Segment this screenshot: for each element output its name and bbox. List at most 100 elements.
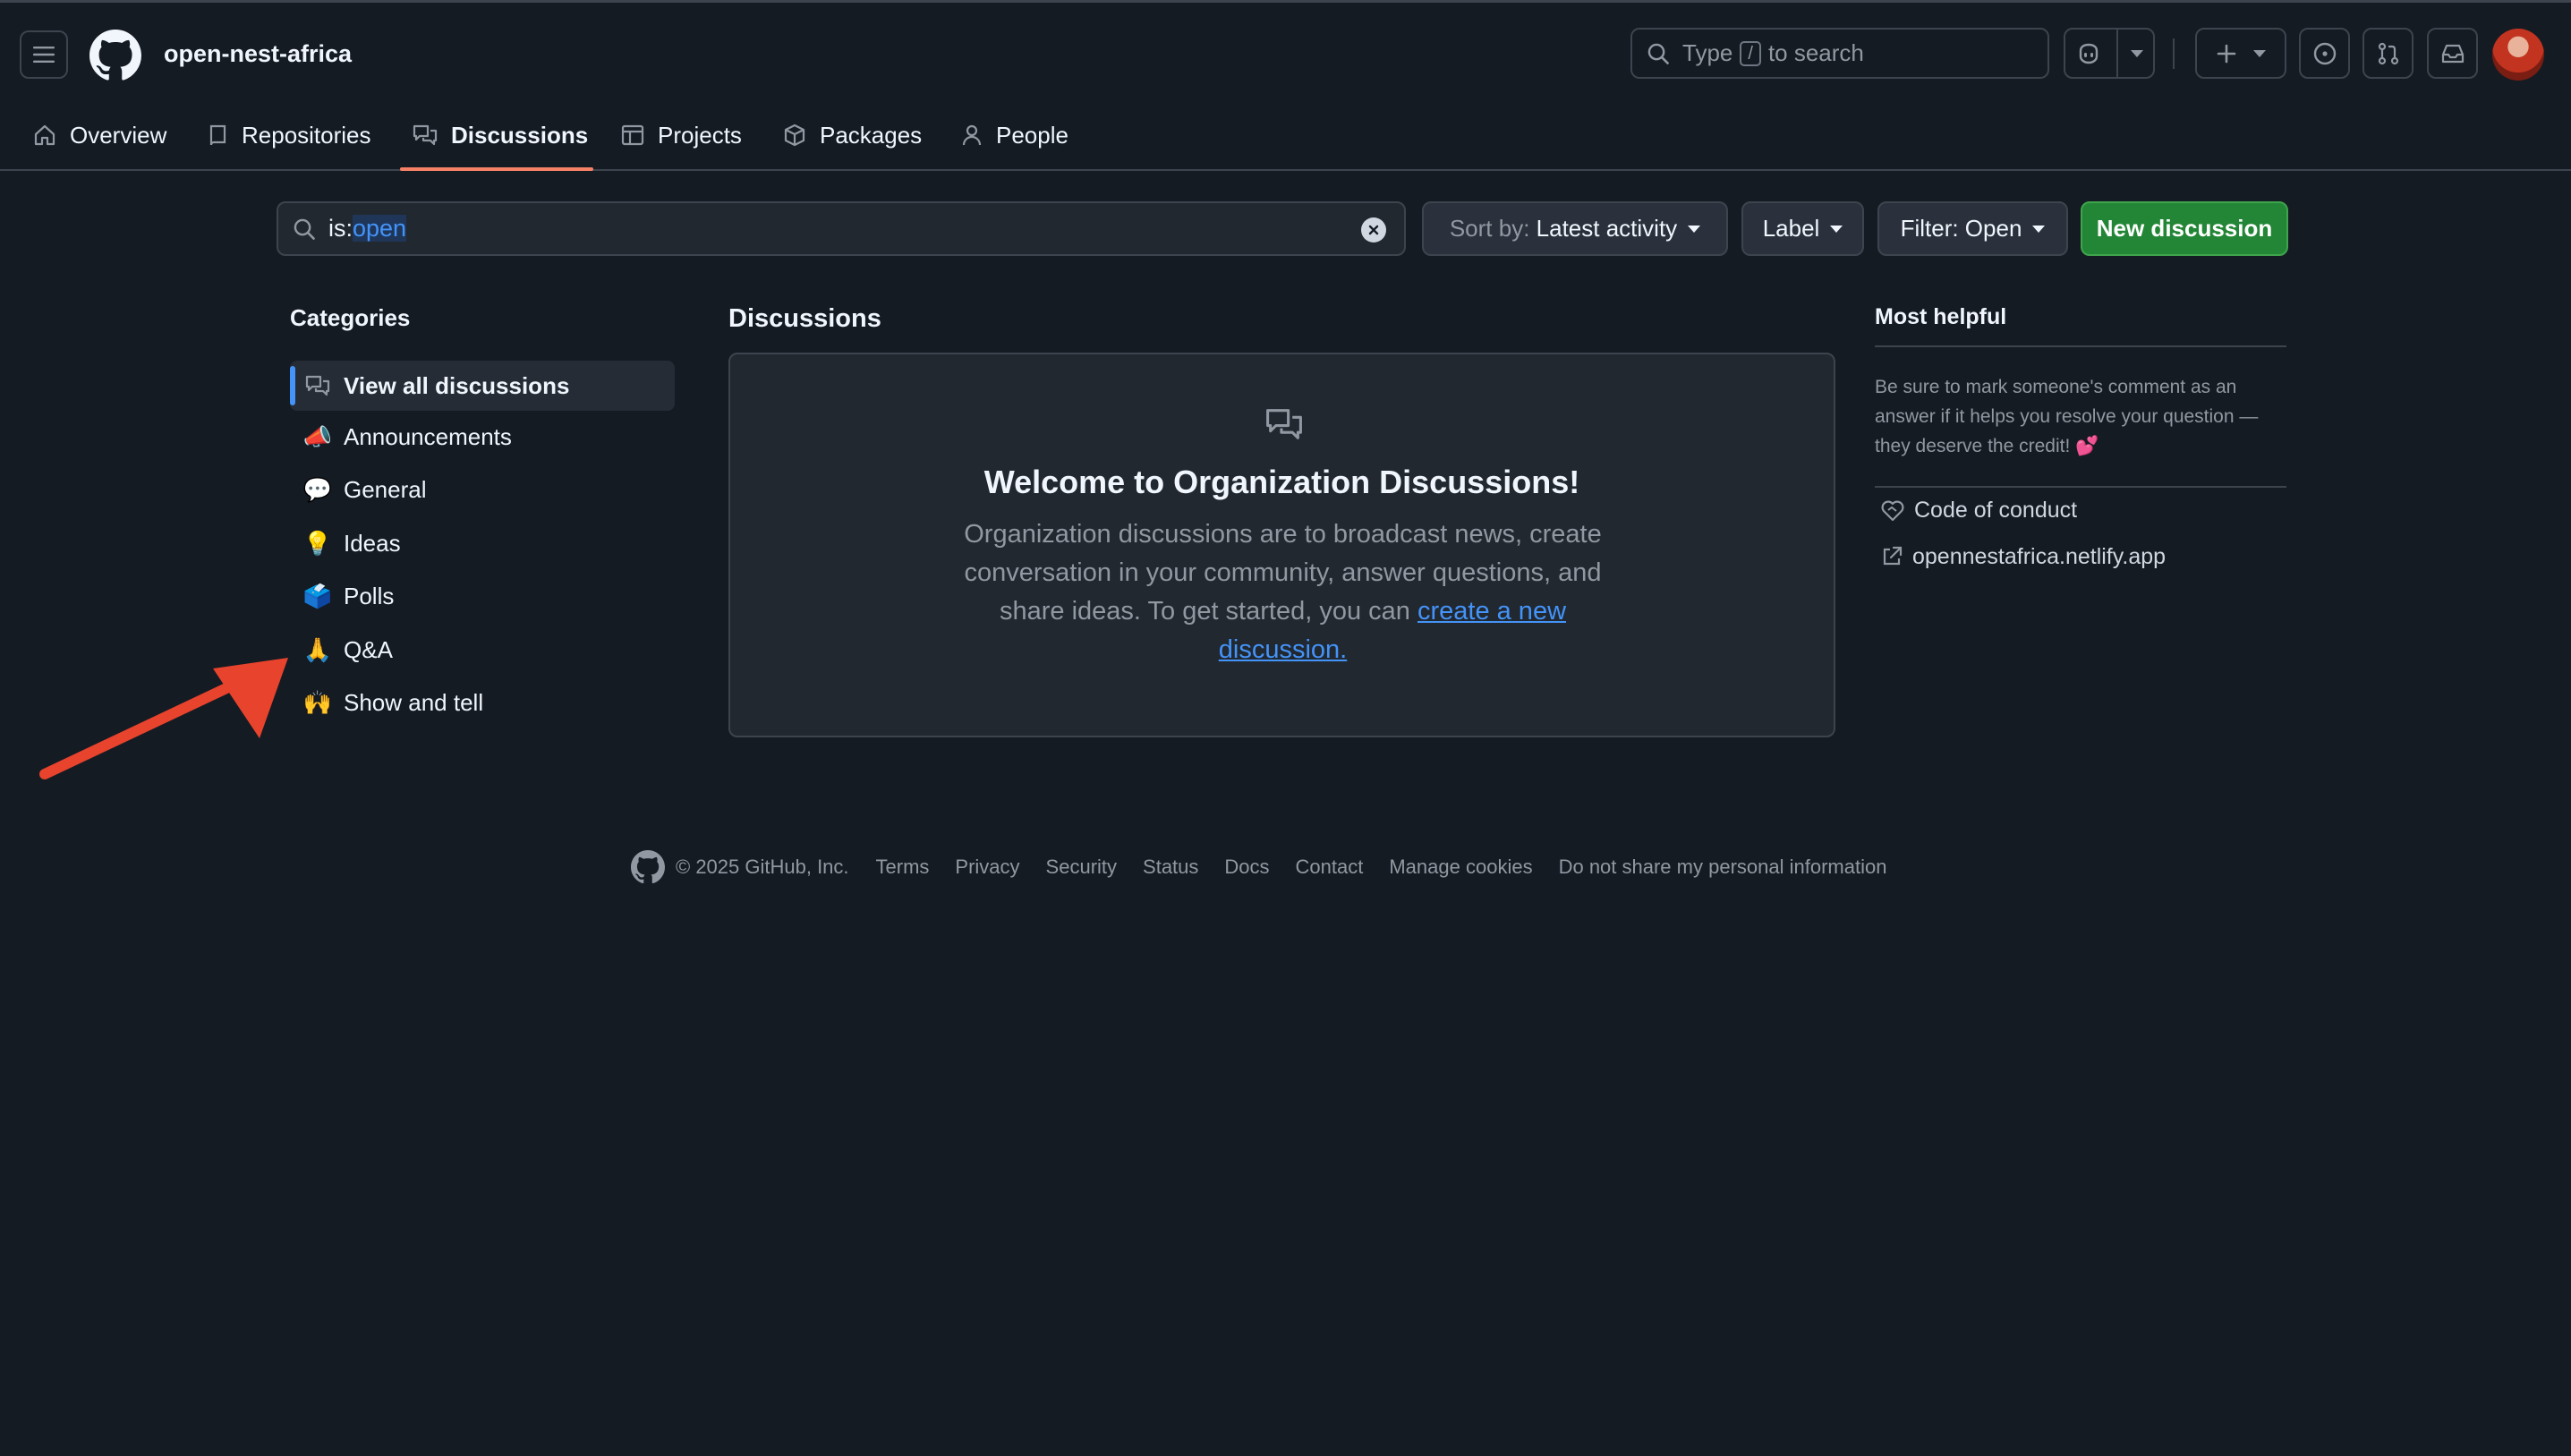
- footer-copyright: © 2025 GitHub, Inc.: [676, 856, 849, 878]
- empty-state-body: Organization discussions are to broadcas…: [936, 515, 1630, 669]
- global-search-input[interactable]: Type / to search: [1630, 28, 2049, 79]
- inbox-icon: [2441, 44, 2464, 63]
- search-placeholder-suffix: to search: [1767, 39, 1864, 66]
- issue-opened-icon: [2313, 42, 2336, 64]
- new-discussion-label: New discussion: [2096, 215, 2273, 242]
- search-icon: [294, 218, 315, 240]
- category-label: Q&A: [344, 635, 393, 663]
- avatar[interactable]: [2492, 29, 2544, 81]
- category-label: Show and tell: [344, 688, 484, 716]
- chevron-down-icon: [1830, 225, 1843, 233]
- tab-label: Packages: [820, 121, 923, 149]
- copilot-icon: [2079, 43, 2099, 64]
- category-label: Polls: [344, 582, 395, 609]
- package-icon: [784, 123, 805, 147]
- category-view-all[interactable]: View all discussions: [290, 361, 675, 411]
- tab-selected-indicator: [400, 167, 593, 171]
- category-qa[interactable]: 🙏 Q&A: [290, 625, 675, 675]
- categories-heading: Categories: [290, 304, 411, 331]
- discussions-empty-state: Welcome to Organization Discussions! Org…: [728, 353, 1835, 737]
- footer-link-security[interactable]: Security: [1046, 856, 1117, 879]
- website-link[interactable]: opennestafrica.netlify.app: [1880, 541, 2166, 572]
- category-label: Ideas: [344, 529, 401, 557]
- tab-label: Discussions: [451, 121, 589, 149]
- category-label: Announcements: [344, 422, 512, 450]
- link-label: opennestafrica.netlify.app: [1912, 543, 2167, 569]
- comment-discussion-icon: [305, 375, 330, 396]
- label-dropdown-button[interactable]: Label: [1741, 201, 1864, 256]
- sort-dropdown-button[interactable]: Sort by: Latest activity: [1422, 201, 1728, 256]
- inbox-button[interactable]: [2427, 28, 2478, 79]
- app-header: open-nest-africa Type / to search Overvi…: [0, 3, 2571, 171]
- org-name[interactable]: open-nest-africa: [164, 40, 352, 68]
- sort-value: Latest activity: [1536, 215, 1678, 242]
- query-prefix: is:: [328, 215, 353, 242]
- speech-balloon-icon: 💬: [302, 475, 333, 503]
- footer-link-do-not-share[interactable]: Do not share my personal information: [1559, 856, 1887, 879]
- hamburger-icon: [33, 47, 55, 63]
- divider: [1875, 345, 2286, 347]
- chevron-down-icon: [2253, 49, 2266, 57]
- github-logo-icon[interactable]: [631, 850, 665, 884]
- link-external-icon: [1883, 546, 1903, 566]
- discussion-search-input[interactable]: is:open: [277, 201, 1406, 256]
- category-label: General: [344, 475, 427, 503]
- raising-hands-icon: 🙌: [302, 688, 333, 716]
- plus-icon: [2217, 44, 2236, 63]
- category-show-and-tell[interactable]: 🙌 Show and tell: [290, 677, 675, 728]
- discussions-heading: Discussions: [728, 304, 881, 333]
- filter-dropdown-button[interactable]: Filter: Open: [1877, 201, 2068, 256]
- tab-label: People: [996, 121, 1068, 149]
- tab-projects[interactable]: Projects: [620, 117, 742, 153]
- footer-link-privacy[interactable]: Privacy: [955, 856, 1019, 879]
- category-ideas[interactable]: 💡 Ideas: [290, 518, 675, 568]
- copilot-button[interactable]: [2064, 28, 2155, 79]
- search-shortcut-key: /: [1740, 40, 1761, 66]
- ballot-box-icon: 🗳️: [302, 582, 333, 609]
- category-general[interactable]: 💬 General: [290, 464, 675, 515]
- folded-hands-icon: 🙏: [302, 635, 333, 663]
- home-icon: [34, 124, 55, 146]
- comment-discussion-icon: [1266, 409, 1302, 439]
- code-of-conduct-link[interactable]: Code of conduct: [1880, 495, 2077, 525]
- most-helpful-text: Be sure to mark someone's comment as an …: [1875, 377, 2259, 456]
- new-discussion-button[interactable]: New discussion: [2081, 201, 2288, 256]
- tab-people[interactable]: People: [960, 117, 1068, 153]
- tab-discussions[interactable]: Discussions: [412, 117, 588, 153]
- comment-discussion-icon: [413, 124, 438, 146]
- tab-packages[interactable]: Packages: [782, 117, 922, 153]
- tab-repositories[interactable]: Repositories: [208, 117, 371, 153]
- sort-label: Sort by:: [1449, 215, 1530, 242]
- link-label: Code of conduct: [1914, 497, 2078, 523]
- menu-button[interactable]: [20, 30, 68, 79]
- tab-label: Overview: [70, 121, 167, 149]
- category-announcements[interactable]: 📣 Announcements: [290, 412, 675, 462]
- chevron-down-icon: [2032, 225, 2046, 233]
- table-icon: [621, 124, 644, 146]
- footer-link-manage-cookies[interactable]: Manage cookies: [1389, 856, 1532, 879]
- create-new-button[interactable]: [2195, 28, 2286, 79]
- footer-link-terms[interactable]: Terms: [876, 856, 930, 879]
- footer-link-contact[interactable]: Contact: [1296, 856, 1364, 879]
- issues-button[interactable]: [2299, 28, 2350, 79]
- divider: [1875, 486, 2286, 488]
- megaphone-icon: 📣: [302, 422, 333, 450]
- footer-link-docs[interactable]: Docs: [1224, 856, 1269, 879]
- empty-state-title: Welcome to Organization Discussions!: [983, 464, 1580, 500]
- github-logo-icon[interactable]: [89, 30, 141, 81]
- footer-link-status[interactable]: Status: [1143, 856, 1198, 879]
- label-button-text: Label: [1762, 215, 1820, 242]
- header-divider: [2173, 38, 2175, 69]
- tab-label: Projects: [658, 121, 742, 149]
- filter-button-text: Filter: Open: [1900, 215, 2022, 242]
- pull-requests-button[interactable]: [2362, 28, 2414, 79]
- tab-label: Repositories: [242, 121, 371, 149]
- category-polls[interactable]: 🗳️ Polls: [290, 571, 675, 621]
- search-icon: [1647, 43, 1669, 64]
- person-icon: [962, 124, 982, 146]
- tab-overview[interactable]: Overview: [32, 117, 166, 153]
- category-label: View all discussions: [344, 371, 570, 399]
- annotation-arrow: [39, 658, 288, 779]
- code-of-conduct-icon: [1881, 500, 1904, 522]
- clear-search-button[interactable]: [1361, 217, 1386, 243]
